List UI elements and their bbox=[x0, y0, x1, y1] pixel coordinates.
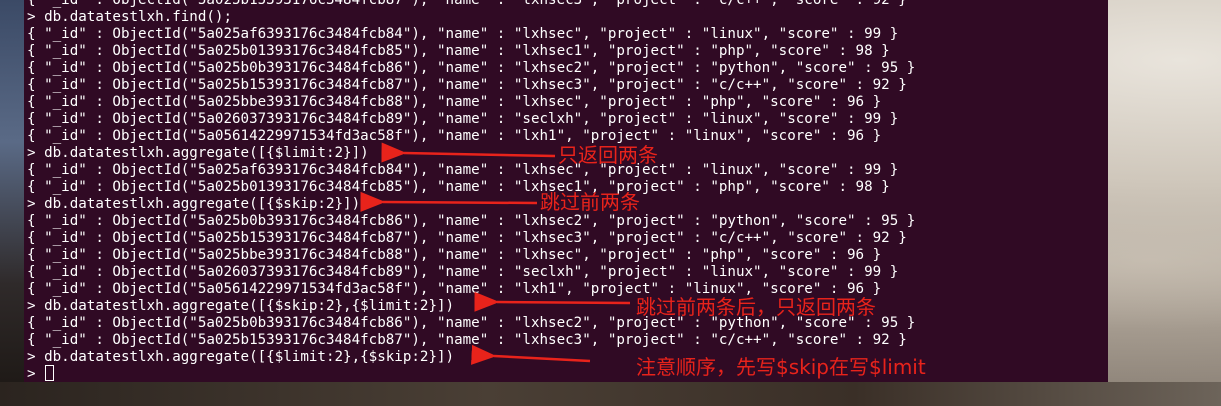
annotation-limit: 只返回两条 bbox=[558, 143, 658, 167]
arrow-limit bbox=[381, 142, 556, 163]
arrow-order bbox=[471, 344, 591, 365]
annotation-order: 注意顺序，先写$skip在写$limit bbox=[636, 355, 926, 379]
arrow-skip bbox=[360, 191, 538, 212]
arrow-skip-limit bbox=[474, 291, 631, 312]
annotation-skip-limit: 跳过前两条后，只返回两条 bbox=[636, 295, 876, 319]
annotation-skip: 跳过前两条 bbox=[540, 190, 640, 214]
